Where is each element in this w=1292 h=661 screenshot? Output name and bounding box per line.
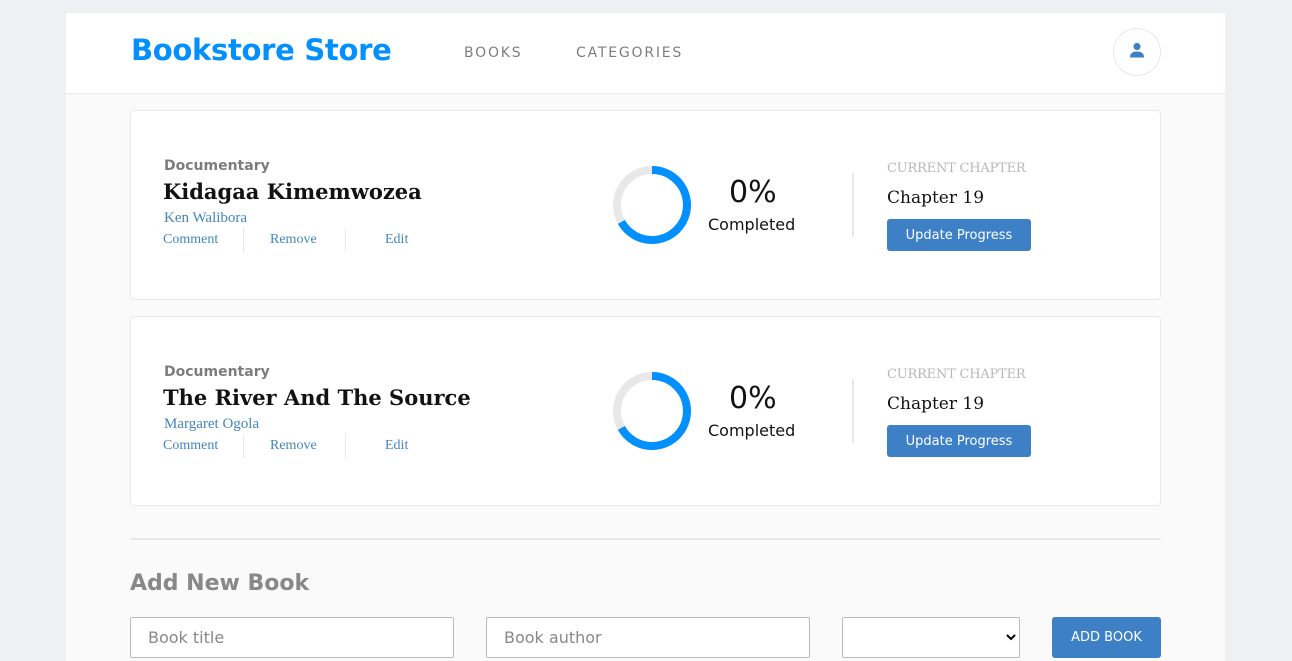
book-title: Kidagaa Kimemwozea xyxy=(163,179,422,204)
category-select[interactable] xyxy=(842,617,1020,658)
current-chapter-label: CURRENT CHAPTER xyxy=(887,161,1026,176)
progress-ring xyxy=(613,372,691,450)
book-genre: Documentary xyxy=(164,158,270,174)
comment-button[interactable]: Comment xyxy=(163,232,243,248)
brand-logo[interactable]: Bookstore Store xyxy=(131,33,392,67)
update-progress-button[interactable]: Update Progress xyxy=(887,219,1031,251)
book-title: The River And The Source xyxy=(163,385,471,410)
remove-button[interactable]: Remove xyxy=(244,232,345,248)
book-card: Documentary Kidagaa Kimemwozea Ken Walib… xyxy=(130,110,1161,300)
nav-categories[interactable]: CATEGORIES xyxy=(576,45,683,61)
book-author[interactable]: Margaret Ogola xyxy=(164,416,259,433)
add-book-button[interactable]: ADD BOOK xyxy=(1052,617,1161,658)
book-actions: Comment Remove Edit xyxy=(163,228,408,252)
progress-status: Completed xyxy=(708,421,796,440)
add-book-heading: Add New Book xyxy=(130,571,310,596)
book-author-input[interactable] xyxy=(486,617,810,658)
book-title-input[interactable] xyxy=(130,617,454,658)
book-genre: Documentary xyxy=(164,364,270,380)
progress-percent: 0% xyxy=(729,381,777,416)
edit-button[interactable]: Edit xyxy=(346,438,408,454)
header: Bookstore Store BOOKS CATEGORIES xyxy=(66,13,1225,94)
book-actions: Comment Remove Edit xyxy=(163,434,408,458)
current-chapter-label: CURRENT CHAPTER xyxy=(887,367,1026,382)
progress-percent: 0% xyxy=(729,175,777,210)
user-button[interactable] xyxy=(1113,28,1161,76)
comment-button[interactable]: Comment xyxy=(163,438,243,454)
current-chapter: Chapter 19 xyxy=(887,188,985,208)
remove-button[interactable]: Remove xyxy=(244,438,345,454)
current-chapter: Chapter 19 xyxy=(887,394,985,414)
card-divider xyxy=(852,173,854,237)
card-divider xyxy=(852,379,854,443)
book-card: Documentary The River And The Source Mar… xyxy=(130,316,1161,506)
book-author[interactable]: Ken Walibora xyxy=(164,210,247,227)
progress-ring xyxy=(613,166,691,244)
progress-status: Completed xyxy=(708,215,796,234)
edit-button[interactable]: Edit xyxy=(346,232,408,248)
user-icon xyxy=(1129,42,1145,63)
main-panel: Bookstore Store BOOKS CATEGORIES Documen… xyxy=(66,13,1225,661)
update-progress-button[interactable]: Update Progress xyxy=(887,425,1031,457)
section-divider xyxy=(130,538,1161,540)
nav-books[interactable]: BOOKS xyxy=(464,45,522,61)
